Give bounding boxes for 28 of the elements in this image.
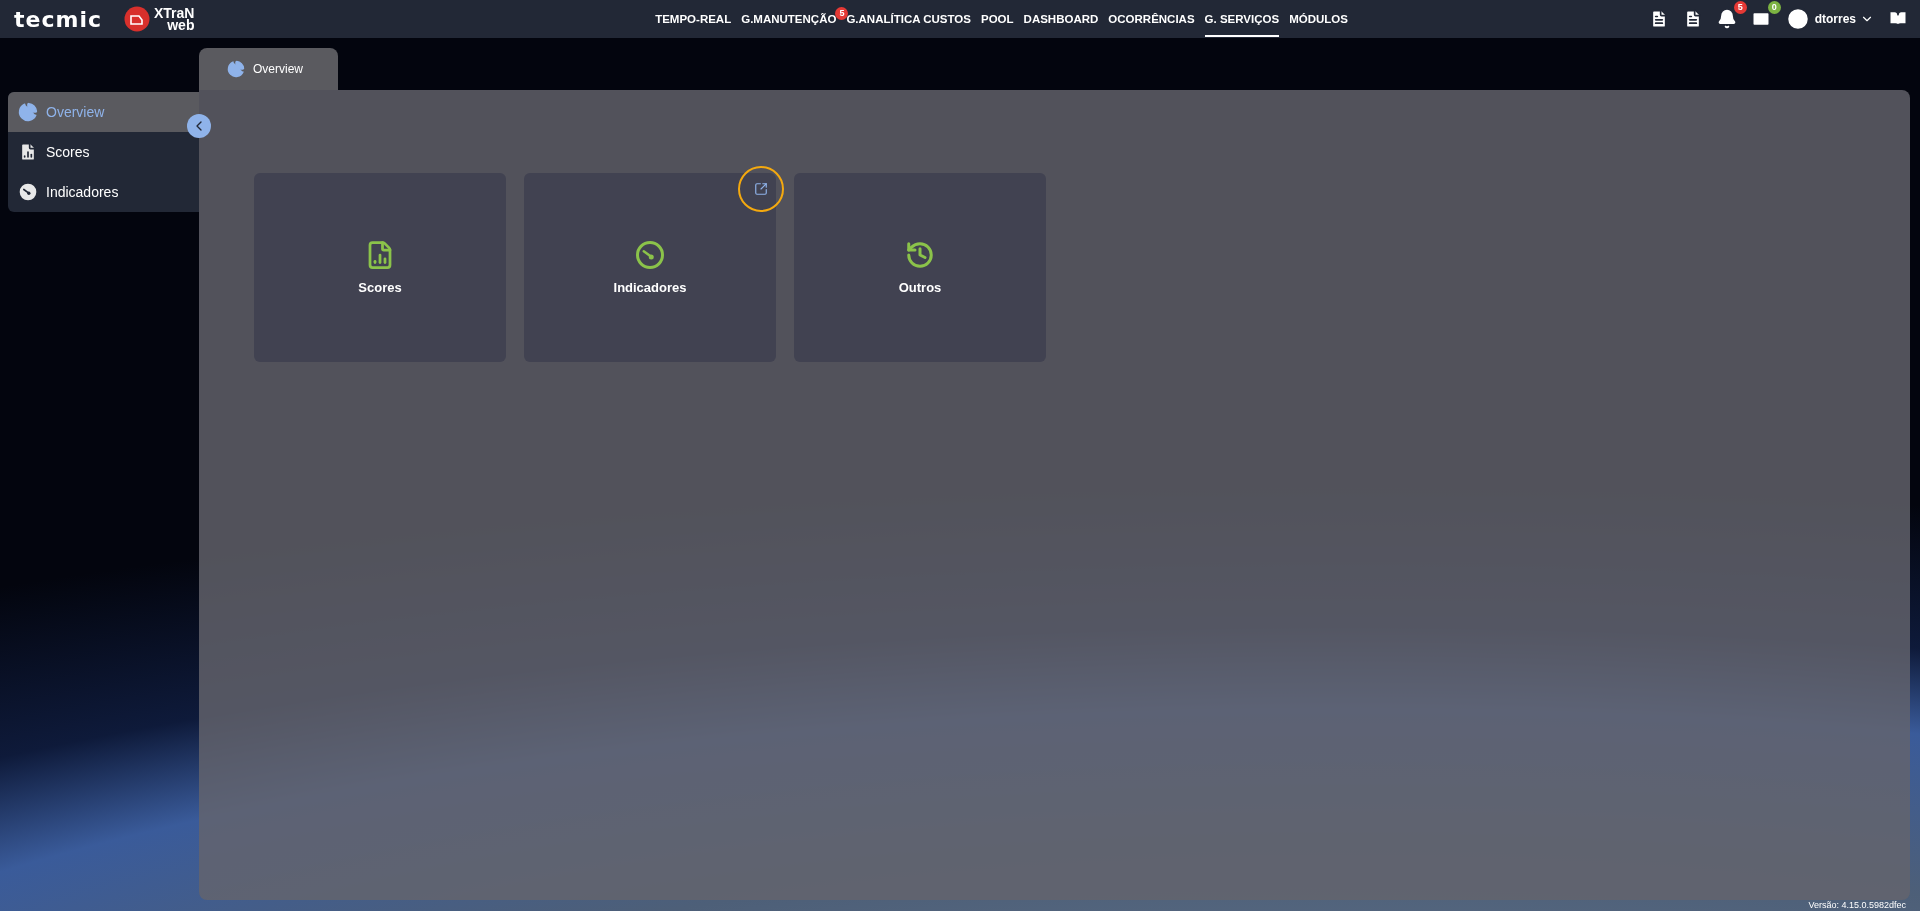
module-card[interactable]: Scores <box>254 173 506 362</box>
gauge-icon <box>18 182 38 202</box>
bell-icon[interactable] <box>1716 9 1737 29</box>
nav-link[interactable]: G. SERVIÇOS <box>1204 1 1280 37</box>
gauge-icon <box>635 240 665 270</box>
product-logo: XTraN web <box>154 7 195 31</box>
nav-link[interactable]: POOL <box>981 1 1014 37</box>
sidebar-item[interactable]: Indicadores <box>8 172 199 212</box>
brand-logo: tecmic <box>14 6 102 32</box>
nav-link[interactable]: G.MANUTENÇÃO <box>741 1 837 37</box>
external-link-icon <box>754 182 768 196</box>
overview-tab[interactable]: Overview <box>199 48 338 90</box>
nav-link[interactable]: G.ANALÍTICA CUSTOS <box>846 1 971 37</box>
nav-link[interactable]: MÓDULOS <box>1289 1 1348 37</box>
pie-chart-icon <box>18 102 38 122</box>
version-text: Versão: 4.15.0.5982dfec <box>1808 900 1906 911</box>
count-badge: 5 <box>1733 1 1747 14</box>
history-icon <box>905 240 935 270</box>
pie-chart-icon <box>227 60 245 78</box>
sidebar-item[interactable]: Scores <box>8 132 199 172</box>
nav-link[interactable]: TEMPO-REAL <box>655 1 732 37</box>
module-card[interactable]: Indicadores <box>524 173 776 362</box>
nav-link[interactable]: DASHBOARD <box>1023 1 1099 37</box>
user-menu-button[interactable]: dtorres <box>1784 6 1874 32</box>
module-card[interactable]: Outros <box>794 173 1046 362</box>
external-link-button[interactable] <box>738 166 784 212</box>
count-badge: 0 <box>1767 1 1781 14</box>
nav-link[interactable]: OCORRÊNCIAS <box>1108 1 1195 37</box>
